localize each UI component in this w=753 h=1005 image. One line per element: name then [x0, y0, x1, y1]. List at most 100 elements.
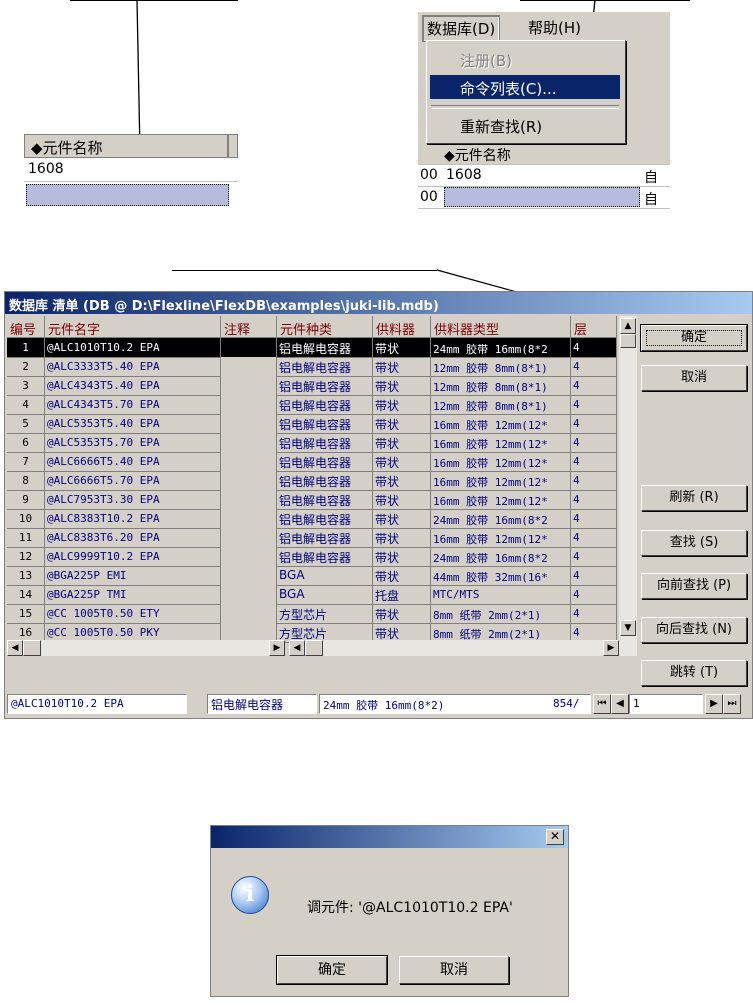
table-cell[interactable]: 4	[571, 357, 617, 377]
table-cell[interactable]: 4	[571, 547, 617, 567]
table-cell[interactable]: 2	[7, 357, 45, 377]
table-cell[interactable]: 带状	[373, 376, 431, 396]
table-row[interactable]: 10 @ALC8383T10.2 EPA 铝电解电容器 带状 24mm 胶带 16mm(…	[7, 509, 617, 529]
grid-cell-selected[interactable]	[444, 187, 640, 207]
table-cell[interactable]: 带状	[373, 528, 431, 548]
scroll-left-icon[interactable]: ◀	[289, 640, 305, 656]
table-cell[interactable]: 带状	[373, 509, 431, 529]
column-header-next[interactable]	[228, 134, 238, 158]
table-cell[interactable]: 9	[7, 490, 45, 510]
table-cell[interactable]: 带状	[373, 490, 431, 510]
table-cell[interactable]: 8mm 纸带 2mm(2*1)	[431, 604, 571, 624]
table-cell[interactable]: 8	[7, 471, 45, 491]
table-cell[interactable]: MTC/MTS	[431, 585, 571, 605]
table-cell[interactable]: @ALC4343T5.40 EPA	[45, 376, 221, 396]
table-cell[interactable]: 12mm 胶带 8mm(8*1)	[431, 357, 571, 377]
grid-row[interactable]: 00 自	[418, 186, 670, 209]
column-header[interactable]: 编号	[7, 316, 45, 338]
scroll-left-icon[interactable]: ◀	[7, 640, 23, 656]
column-header[interactable]: 元件种类	[277, 316, 373, 338]
table-cell[interactable]: 24mm 胶带 16mm(8*2	[431, 509, 571, 529]
message-ok-button[interactable]: 确定	[276, 955, 388, 985]
table-cell[interactable]: 带状	[373, 604, 431, 624]
table-cell[interactable]: @ALC7953T3.30 EPA	[45, 490, 221, 510]
table-cell[interactable]: 4	[571, 376, 617, 396]
scroll-right-icon[interactable]: ▶	[603, 640, 619, 656]
table-cell[interactable]: @ALC8383T10.2 EPA	[45, 509, 221, 529]
table-cell[interactable]: 4	[571, 566, 617, 586]
table-row[interactable]: 1 @ALC1010T10.2 EPA 铝电解电容器 带状 24mm 胶带 16mm(8…	[7, 338, 617, 358]
table-cell[interactable]: 铝电解电容器	[277, 490, 373, 510]
table-cell[interactable]: 带状	[373, 471, 431, 491]
table-cell[interactable]: 铝电解电容器	[277, 471, 373, 491]
table-cell[interactable]: 4	[571, 433, 617, 453]
find-button[interactable]: 查找 (S)	[641, 530, 747, 556]
table-cell[interactable]: 带状	[373, 566, 431, 586]
column-header[interactable]: 元件名字	[45, 316, 221, 338]
table-cell[interactable]	[221, 471, 277, 491]
table-cell[interactable]: 16mm 胶带 12mm(12*	[431, 471, 571, 491]
scroll-up-icon[interactable]: ▲	[620, 318, 636, 334]
table-row[interactable]: 8 @ALC6666T5.70 EPA 铝电解电容器 带状 16mm 胶带 12mm(1…	[7, 471, 617, 491]
table-cell[interactable]: @ALC4343T5.70 EPA	[45, 395, 221, 415]
table-cell[interactable]: @ALC3333T5.40 EPA	[45, 357, 221, 377]
menu-item-command-list[interactable]: 命令列表(C)...	[430, 75, 620, 99]
table-cell[interactable]: 4	[571, 528, 617, 548]
table-row[interactable]: 5 @ALC5353T5.40 EPA 铝电解电容器 带状 16mm 胶带 12mm(1…	[7, 414, 617, 434]
table-cell[interactable]: 16mm 胶带 12mm(12*	[431, 490, 571, 510]
scroll-thumb[interactable]	[305, 640, 323, 656]
table-cell[interactable]: 铝电解电容器	[277, 452, 373, 472]
table-cell[interactable]: 4	[571, 452, 617, 472]
table-cell[interactable]: 铝电解电容器	[277, 395, 373, 415]
table-cell[interactable]: 6	[7, 433, 45, 453]
table-cell[interactable]: 带状	[373, 395, 431, 415]
table-cell[interactable]: @BGA225P TMI	[45, 585, 221, 605]
table-cell[interactable]: 带状	[373, 547, 431, 567]
column-header[interactable]: 供料器	[373, 316, 431, 338]
table-cell[interactable]: 1	[7, 338, 45, 358]
jump-button[interactable]: 跳转 (T)	[641, 660, 747, 686]
table-cell[interactable]: 铝电解电容器	[277, 376, 373, 396]
nav-prev-icon[interactable]: ◀	[611, 694, 629, 714]
menu-help[interactable]: 帮助(H)	[524, 15, 585, 40]
table-cell[interactable]: 12mm 胶带 8mm(8*1)	[431, 376, 571, 396]
table-cell[interactable]	[221, 509, 277, 529]
table-cell[interactable]: @ALC8383T6.20 EPA	[45, 528, 221, 548]
table-cell[interactable]: 24mm 胶带 16mm(8*2	[431, 547, 571, 567]
table-cell[interactable]: 4	[571, 509, 617, 529]
ok-button[interactable]: 确定	[640, 324, 748, 352]
table-cell[interactable]: 5	[7, 414, 45, 434]
close-icon[interactable]: ✕	[546, 829, 564, 845]
table-cell[interactable]: 16mm 胶带 12mm(12*	[431, 433, 571, 453]
table-cell[interactable]: 铝电解电容器	[277, 528, 373, 548]
horizontal-scrollbar-left[interactable]: ◀ ▶	[7, 640, 285, 656]
grid-row[interactable]: 00 1608 自	[418, 164, 670, 187]
table-row[interactable]: 13 @BGA225P EMI BGA 带状 44mm 胶带 32mm(16* 4	[7, 566, 617, 586]
table-cell[interactable]: 4	[571, 490, 617, 510]
table-cell[interactable]: 带状	[373, 338, 431, 358]
menu-item-refind[interactable]: 重新查找(R)	[430, 113, 620, 137]
table-cell[interactable]: @ALC1010T10.2 EPA	[45, 338, 221, 358]
table-cell[interactable]: 铝电解电容器	[277, 357, 373, 377]
table-cell[interactable]: 托盘	[373, 585, 431, 605]
table-cell[interactable]: 13	[7, 566, 45, 586]
table-cell[interactable]	[221, 452, 277, 472]
table-cell[interactable]	[221, 357, 277, 377]
table-cell[interactable]: 16mm 胶带 12mm(12*	[431, 414, 571, 434]
scroll-down-icon[interactable]: ▼	[620, 620, 636, 636]
table-cell[interactable]: 铝电解电容器	[277, 509, 373, 529]
table-cell[interactable]: 铝电解电容器	[277, 338, 373, 358]
refresh-button[interactable]: 刷新 (R)	[641, 485, 747, 511]
table-cell[interactable]: 4	[571, 604, 617, 624]
table-cell[interactable]: 4	[571, 414, 617, 434]
find-next-button[interactable]: 向后查找 (N)	[641, 617, 747, 643]
table-cell[interactable]: 14	[7, 585, 45, 605]
table-cell[interactable]: 4	[571, 395, 617, 415]
table-cell[interactable]	[221, 547, 277, 567]
table-cell[interactable]: 带状	[373, 414, 431, 434]
table-cell[interactable]: @ALC6666T5.70 EPA	[45, 471, 221, 491]
table-cell[interactable]: 铝电解电容器	[277, 433, 373, 453]
column-header[interactable]: 注释	[221, 316, 277, 338]
table-cell[interactable]: 带状	[373, 452, 431, 472]
table-cell[interactable]: 3	[7, 376, 45, 396]
